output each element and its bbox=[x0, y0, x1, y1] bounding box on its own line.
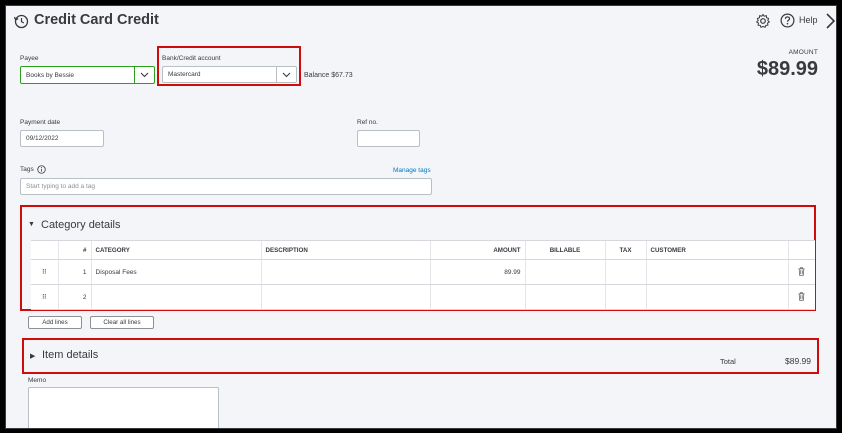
clear-all-lines-button[interactable]: Clear all lines bbox=[90, 316, 154, 329]
category-details-table: # CATEGORY DESCRIPTION AMOUNT BILLABLE T… bbox=[31, 240, 815, 310]
account-highlight-box bbox=[157, 46, 301, 86]
memo-textarea[interactable] bbox=[28, 387, 219, 428]
settings-gear-icon[interactable] bbox=[755, 13, 771, 29]
close-chevron-icon[interactable] bbox=[824, 12, 836, 30]
column-header-actions bbox=[787, 240, 815, 260]
trash-icon bbox=[798, 291, 805, 301]
account-balance: Balance $67.73 bbox=[304, 72, 353, 79]
column-header-number: # bbox=[57, 240, 91, 260]
payment-date-input[interactable]: 09/12/2022 bbox=[20, 130, 104, 147]
ref-no-label: Ref no. bbox=[357, 119, 378, 126]
column-header-customer: CUSTOMER bbox=[645, 240, 788, 260]
trash-icon bbox=[798, 266, 805, 276]
tags-label-row: Tags bbox=[20, 165, 46, 174]
row-number: 2 bbox=[57, 284, 91, 310]
total-value: $89.99 bbox=[785, 356, 811, 366]
payment-date-value: 09/12/2022 bbox=[26, 135, 59, 142]
category-cell[interactable] bbox=[90, 284, 261, 310]
amount-label: AMOUNT bbox=[788, 49, 818, 56]
tags-input[interactable]: Start typing to add a tag bbox=[20, 178, 432, 195]
ref-no-input[interactable] bbox=[357, 130, 420, 147]
billable-cell[interactable] bbox=[524, 259, 605, 285]
tax-cell[interactable] bbox=[604, 284, 646, 310]
payee-value: Books by Bessie bbox=[26, 71, 75, 79]
drag-handle-icon[interactable]: ⠿ bbox=[31, 284, 58, 310]
customer-cell[interactable] bbox=[645, 259, 788, 285]
add-lines-button[interactable]: Add lines bbox=[28, 316, 82, 329]
info-circle-icon[interactable] bbox=[37, 165, 46, 174]
table-row[interactable]: ⠿ 2 bbox=[31, 284, 815, 310]
category-cell[interactable]: Disposal Fees bbox=[90, 259, 261, 285]
total-label: Total bbox=[720, 357, 736, 366]
billable-cell[interactable] bbox=[524, 284, 605, 310]
column-header-category: CATEGORY bbox=[90, 240, 261, 260]
amount-cell[interactable]: 89.99 bbox=[429, 259, 525, 285]
tags-label: Tags bbox=[20, 166, 34, 173]
row-number: 1 bbox=[57, 259, 91, 285]
expand-caret-icon[interactable]: ▶ bbox=[30, 352, 35, 360]
chevron-down-icon bbox=[140, 72, 149, 78]
delete-row-button[interactable] bbox=[787, 284, 815, 310]
column-header-amount: AMOUNT bbox=[429, 240, 525, 260]
manage-tags-link[interactable]: Manage tags bbox=[393, 167, 431, 174]
description-cell[interactable] bbox=[260, 259, 430, 285]
delete-row-button[interactable] bbox=[787, 259, 815, 285]
description-cell[interactable] bbox=[260, 284, 430, 310]
table-header-row: # CATEGORY DESCRIPTION AMOUNT BILLABLE T… bbox=[31, 240, 815, 260]
collapse-caret-icon[interactable]: ▼ bbox=[28, 221, 35, 228]
payee-select[interactable]: Books by Bessie bbox=[20, 66, 155, 84]
payee-label: Payee bbox=[20, 55, 39, 62]
table-row[interactable]: ⠿ 1 Disposal Fees 89.99 bbox=[31, 259, 815, 285]
amount-value: $89.99 bbox=[756, 58, 818, 80]
help-label[interactable]: Help bbox=[799, 15, 818, 25]
column-header-billable: BILLABLE bbox=[524, 240, 605, 260]
amount-cell[interactable] bbox=[429, 284, 525, 310]
page-title: Credit Card Credit bbox=[34, 12, 159, 28]
form-header: Credit Card Credit Help bbox=[6, 6, 836, 38]
payee-dropdown-button[interactable] bbox=[134, 67, 154, 83]
tags-placeholder: Start typing to add a tag bbox=[26, 183, 96, 190]
recent-transactions-icon[interactable] bbox=[13, 13, 29, 29]
category-details-title[interactable]: Category details bbox=[41, 219, 121, 231]
help-icon[interactable] bbox=[780, 13, 795, 28]
customer-cell[interactable] bbox=[645, 284, 788, 310]
column-header-description: DESCRIPTION bbox=[260, 240, 430, 260]
item-details-highlight-box bbox=[22, 338, 819, 374]
column-header-drag bbox=[31, 240, 58, 260]
column-header-tax: TAX bbox=[604, 240, 646, 260]
item-details-title[interactable]: Item details bbox=[42, 349, 98, 361]
memo-label: Memo bbox=[28, 377, 47, 384]
payment-date-label: Payment date bbox=[20, 119, 61, 126]
tax-cell[interactable] bbox=[604, 259, 646, 285]
drag-handle-icon[interactable]: ⠿ bbox=[31, 259, 58, 285]
credit-card-credit-form: Credit Card Credit Help Payee Books by B… bbox=[5, 5, 837, 429]
